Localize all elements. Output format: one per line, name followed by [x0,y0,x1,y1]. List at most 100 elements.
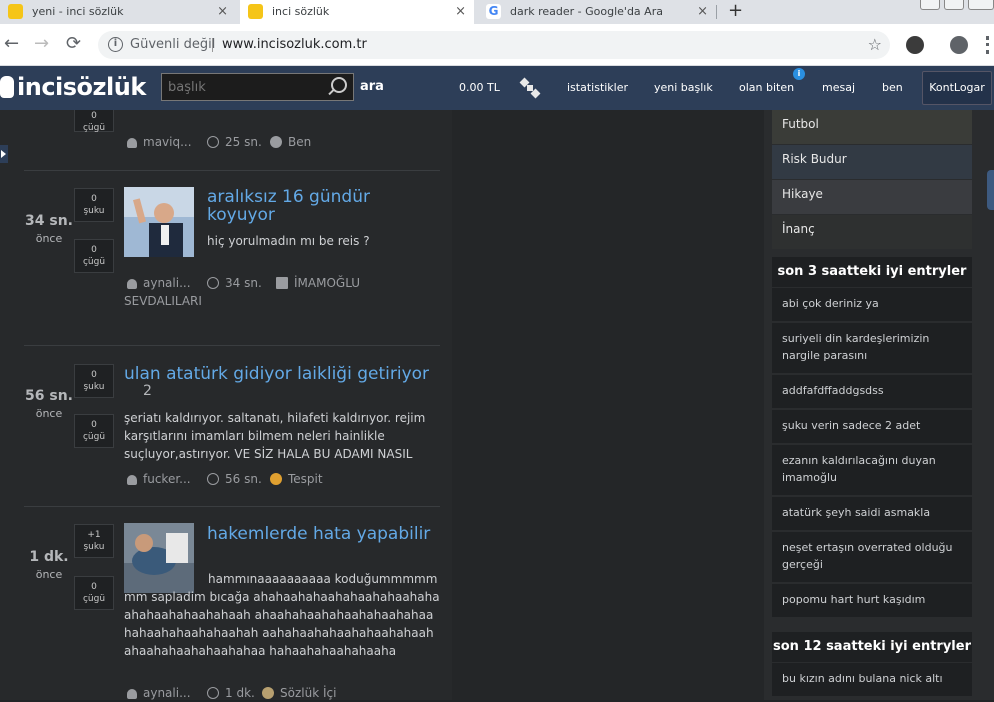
entry-divider [24,345,440,346]
entry-thumbnail[interactable] [124,187,194,257]
url-text[interactable]: www.incisozluk.com.tr [222,31,367,59]
sidebar-entry[interactable]: atatürk şeyh saidi asmakla [772,497,972,530]
entry-user[interactable]: aynali... [127,684,191,702]
sidebar-entry[interactable]: neşet ertaşın overrated olduğu gerçeği [772,532,972,582]
search-icon[interactable] [331,77,347,93]
category-hikaye[interactable]: Hikaye [772,180,972,214]
site-logo[interactable]: incisözlük [0,73,146,101]
section-title-3h: son 3 saatteki iyi entryler [772,257,972,287]
balance-display[interactable]: 0.00 TL [459,81,500,94]
category-futbol[interactable]: Futbol [772,110,972,144]
vote-down-button[interactable]: 0 çügü [74,110,114,133]
user-icon [127,689,137,699]
minimize-button[interactable] [920,0,940,10]
sidebar-entry[interactable]: popomu hart hurt kaşıdım [772,584,972,617]
sidebar-toggle[interactable] [0,145,8,163]
window-close-button[interactable] [968,0,994,10]
vote-down-button[interactable]: 0 çügü [74,239,114,273]
nav-new-topic[interactable]: yeni başlık [654,81,713,94]
sidebar-entry[interactable]: ezanın kaldırılacağını duyan imamoğlu [772,445,972,495]
search-button[interactable]: ara [360,79,384,94]
maximize-button[interactable] [944,0,964,10]
tab-title: inci sözlük [272,5,330,18]
vote-up-button[interactable]: 0 şuku [74,188,114,222]
kontlogar-button[interactable]: KontLogar [922,71,992,105]
nav-message[interactable]: mesaj [822,81,855,94]
vote-down-button[interactable]: 0 çügü [74,414,114,448]
newspaper-icon [276,277,288,289]
nav-statistics[interactable]: istatistikler [567,81,628,94]
category-risk-budur[interactable]: Risk Budur [772,145,972,179]
vote-up-button[interactable]: +1 şuku [74,524,114,558]
entry-category[interactable]: İMAMOĞLU SEVDALILARI [124,274,440,310]
sidebar-entry[interactable]: bu kızın adını bulana nick altı [772,663,972,696]
close-icon[interactable]: × [455,0,466,24]
entry-time-small: önce [35,568,63,581]
clock-icon [207,473,219,485]
tab-title: dark reader - Google'da Ara [510,5,663,18]
bookmark-star-icon[interactable]: ☆ [868,31,882,59]
sidebar-entry[interactable]: şuku verin sadece 2 adet [772,410,972,443]
entry-time: 56 sn. [207,470,262,488]
tespit-icon [270,473,282,485]
entry-user[interactable]: fucker... [127,470,191,488]
sidebar-entry[interactable]: suriyeli din kardeşlerimizin nargile par… [772,323,972,373]
clock-icon [207,136,219,148]
reload-button[interactable]: ⟳ [66,33,81,54]
address-bar: ← → ⟳ i Güvenli değil www.incisozluk.com… [0,24,994,66]
entry-text: hiç yorulmadın mı be reis ? [207,234,370,248]
entry-divider [24,170,440,171]
security-label: Güvenli değil [130,37,216,52]
sidebar-entry[interactable]: addfafdffaddgsdss [772,375,972,408]
sozluk-ici-icon [262,687,274,699]
search-input[interactable] [162,74,322,100]
entry-user[interactable]: maviq... [127,133,192,151]
entry-time-small: önce [35,232,63,245]
entry-category[interactable]: Tespit [270,470,323,488]
profile-icon[interactable] [950,36,968,54]
entry-title[interactable]: hakemlerde hata yapabilir [207,525,440,543]
close-icon[interactable]: × [697,0,708,24]
entry-title[interactable]: aralıksız 16 gündür koyuyor [207,188,407,224]
entry-time-big: 56 sn. [25,388,73,404]
info-icon[interactable]: i [108,37,123,52]
tab-inci-sozluk[interactable]: inci sözlük × [240,0,474,24]
category-inanc[interactable]: İnanç [772,215,972,249]
omnibox[interactable]: i Güvenli değil www.incisozluk.com.tr ☆ [98,31,890,59]
vote-down-button[interactable]: 0 çügü [74,576,114,610]
inci-favicon [8,4,23,19]
nav-me[interactable]: ben [882,81,903,94]
notification-badge[interactable]: i [793,68,805,80]
tab-google-search[interactable]: G dark reader - Google'da Ara × [478,0,716,24]
menu-icon[interactable] [986,36,992,54]
scrollbar-handle[interactable] [987,170,994,210]
logo-text: incisözlük [17,73,146,101]
vote-down-label: çügü [82,123,106,133]
sidebar-entry[interactable]: abi çok deriniz ya [772,288,972,321]
close-icon[interactable]: × [217,0,228,24]
middle-column [452,110,764,700]
entry-text: hammınaaaaaaaaaa koduğummmmmmm sapladim … [124,572,440,658]
new-tab-button[interactable]: + [728,0,743,22]
browser-tabbar: yeni - inci sözlük × inci sözlük × G dar… [0,0,994,24]
satellite-icon[interactable] [519,77,541,99]
unread-count: 2 [143,383,152,399]
tab-yeni[interactable]: yeni - inci sözlük × [0,0,236,24]
vote-up-button[interactable]: 0 şuku [74,364,114,398]
forward-button[interactable]: → [34,33,49,54]
back-button[interactable]: ← [4,33,19,54]
search-box [161,73,354,101]
entry-category[interactable]: Sözlük İçi [262,684,336,702]
incognito-extension-icon[interactable] [906,36,924,54]
omnibox-divider [212,38,213,52]
user-icon [127,475,137,485]
site-header: incisözlük ara 0.00 TL istatistikler yen… [0,66,994,110]
entry-time-big: 34 sn. [25,213,73,229]
entry-title[interactable]: ulan atatürk gidiyor laikliği getiriyor [124,365,440,383]
nav-happening[interactable]: olan biten [739,81,794,94]
entry-category[interactable]: Ben [270,133,311,151]
entry-divider [24,506,440,507]
vote-down-count: 0 [91,111,97,121]
entry-time: 1 dk. [207,684,255,702]
entry-time-big: 1 dk. [29,549,69,565]
